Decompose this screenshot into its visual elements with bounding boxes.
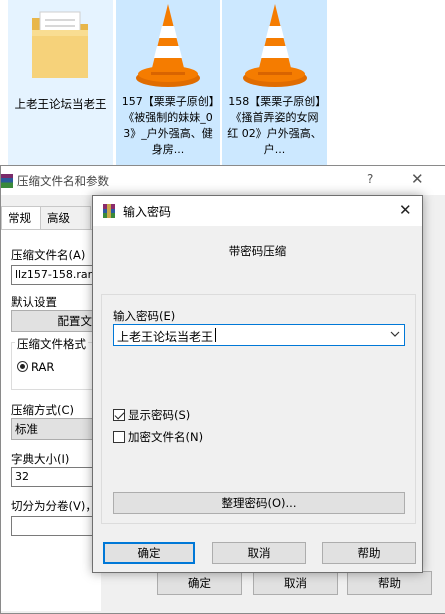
chevron-down-icon[interactable] (390, 327, 400, 344)
split-volumes-label: 切分为分卷(V)， (11, 499, 97, 513)
vlc-cone-icon (131, 2, 205, 99)
format-rar-radio[interactable]: RAR (17, 360, 54, 374)
enter-password-label-text: 输入密码(E) (113, 309, 176, 323)
default-settings-label: 默认设置 (11, 295, 57, 309)
vlc-cone-icon (238, 2, 312, 99)
show-password-label: 显示密码(S) (128, 408, 191, 422)
text-cursor (215, 328, 216, 342)
show-password-checkbox[interactable]: 显示密码(S) (113, 407, 190, 423)
enter-password-label: 输入密码(E) (113, 308, 175, 324)
dialog-title: 压缩文件名和参数 (17, 173, 109, 188)
general-tab-page: 压缩文件名(A) llz157-158.rar 默认设置 配置文 压缩文件格式 … (1, 229, 111, 611)
archive-name-field[interactable]: llz157-158.rar (11, 265, 101, 285)
tab-strip: 常规 高级 (1, 206, 96, 230)
dictionary-label: 字典大小(I) (11, 452, 70, 466)
desktop-item-video-158[interactable]: 158【栗栗子原创】《搔首弄姿的女网红 02》户外强高、户... (222, 0, 327, 165)
folder-icon (30, 6, 92, 87)
winrar-app-icon (1, 173, 13, 188)
help-button[interactable]: 帮助 (322, 542, 416, 564)
password-combobox[interactable]: 上老王论坛当老王 (113, 324, 405, 346)
organize-passwords-button[interactable]: 整理密码(O)... (113, 492, 405, 514)
close-button[interactable]: ✕ (399, 201, 412, 219)
radio-selected-icon (17, 361, 28, 372)
split-volumes-field[interactable] (11, 516, 101, 536)
ok-button[interactable]: 确定 (103, 542, 195, 564)
tab-general[interactable]: 常规 (1, 206, 41, 230)
dictionary-field[interactable]: 32 (11, 467, 101, 487)
title-bar[interactable]: 压缩文件名和参数 ? ✕ (1, 166, 445, 195)
title-bar[interactable]: 输入密码 ✕ (93, 196, 422, 226)
tab-advanced[interactable]: 高级 (41, 206, 91, 230)
back-help-button[interactable]: 帮助 (347, 571, 432, 595)
method-label: 压缩方式(C) (11, 403, 75, 417)
format-rar-label: RAR (31, 360, 55, 374)
archive-name-label: 压缩文件名(A) (11, 248, 86, 262)
desktop-item-label: 158【栗栗子原创】《搔首弄姿的女网红 02》户外强高、户... (227, 95, 322, 156)
checkbox-unchecked-icon (113, 431, 125, 443)
help-icon[interactable]: ? (367, 172, 373, 186)
cancel-button[interactable]: 取消 (212, 542, 306, 564)
desktop-item-folder[interactable]: 上老王论坛当老王 (8, 0, 113, 165)
format-label: 压缩文件格式 (15, 336, 88, 352)
encrypt-filenames-checkbox[interactable]: 加密文件名(N) (113, 429, 203, 445)
dialog-title: 输入密码 (123, 205, 172, 219)
encrypt-filenames-label: 加密文件名(N) (128, 430, 204, 444)
password-input[interactable]: 上老王论坛当老王 (117, 328, 213, 345)
close-button[interactable]: ✕ (411, 170, 424, 188)
desktop-item-label: 157【栗栗子原创】《被强制的妹妹_03》_户外强高、健身房... (121, 95, 215, 156)
desktop-item-video-157[interactable]: 157【栗栗子原创】《被强制的妹妹_03》_户外强高、健身房... (116, 0, 220, 165)
desktop-item-label: 上老王论坛当老王 (14, 97, 107, 111)
enter-password-dialog: 输入密码 ✕ 带密码压缩 输入密码(E) 上老王论坛当老王 显示密码(S) 加密… (92, 195, 423, 573)
checkbox-checked-icon (113, 409, 125, 421)
winrar-app-icon (102, 204, 116, 218)
dialog-subheading: 带密码压缩 (228, 244, 287, 258)
back-ok-button[interactable]: 确定 (157, 571, 242, 595)
back-cancel-button[interactable]: 取消 (253, 571, 338, 595)
